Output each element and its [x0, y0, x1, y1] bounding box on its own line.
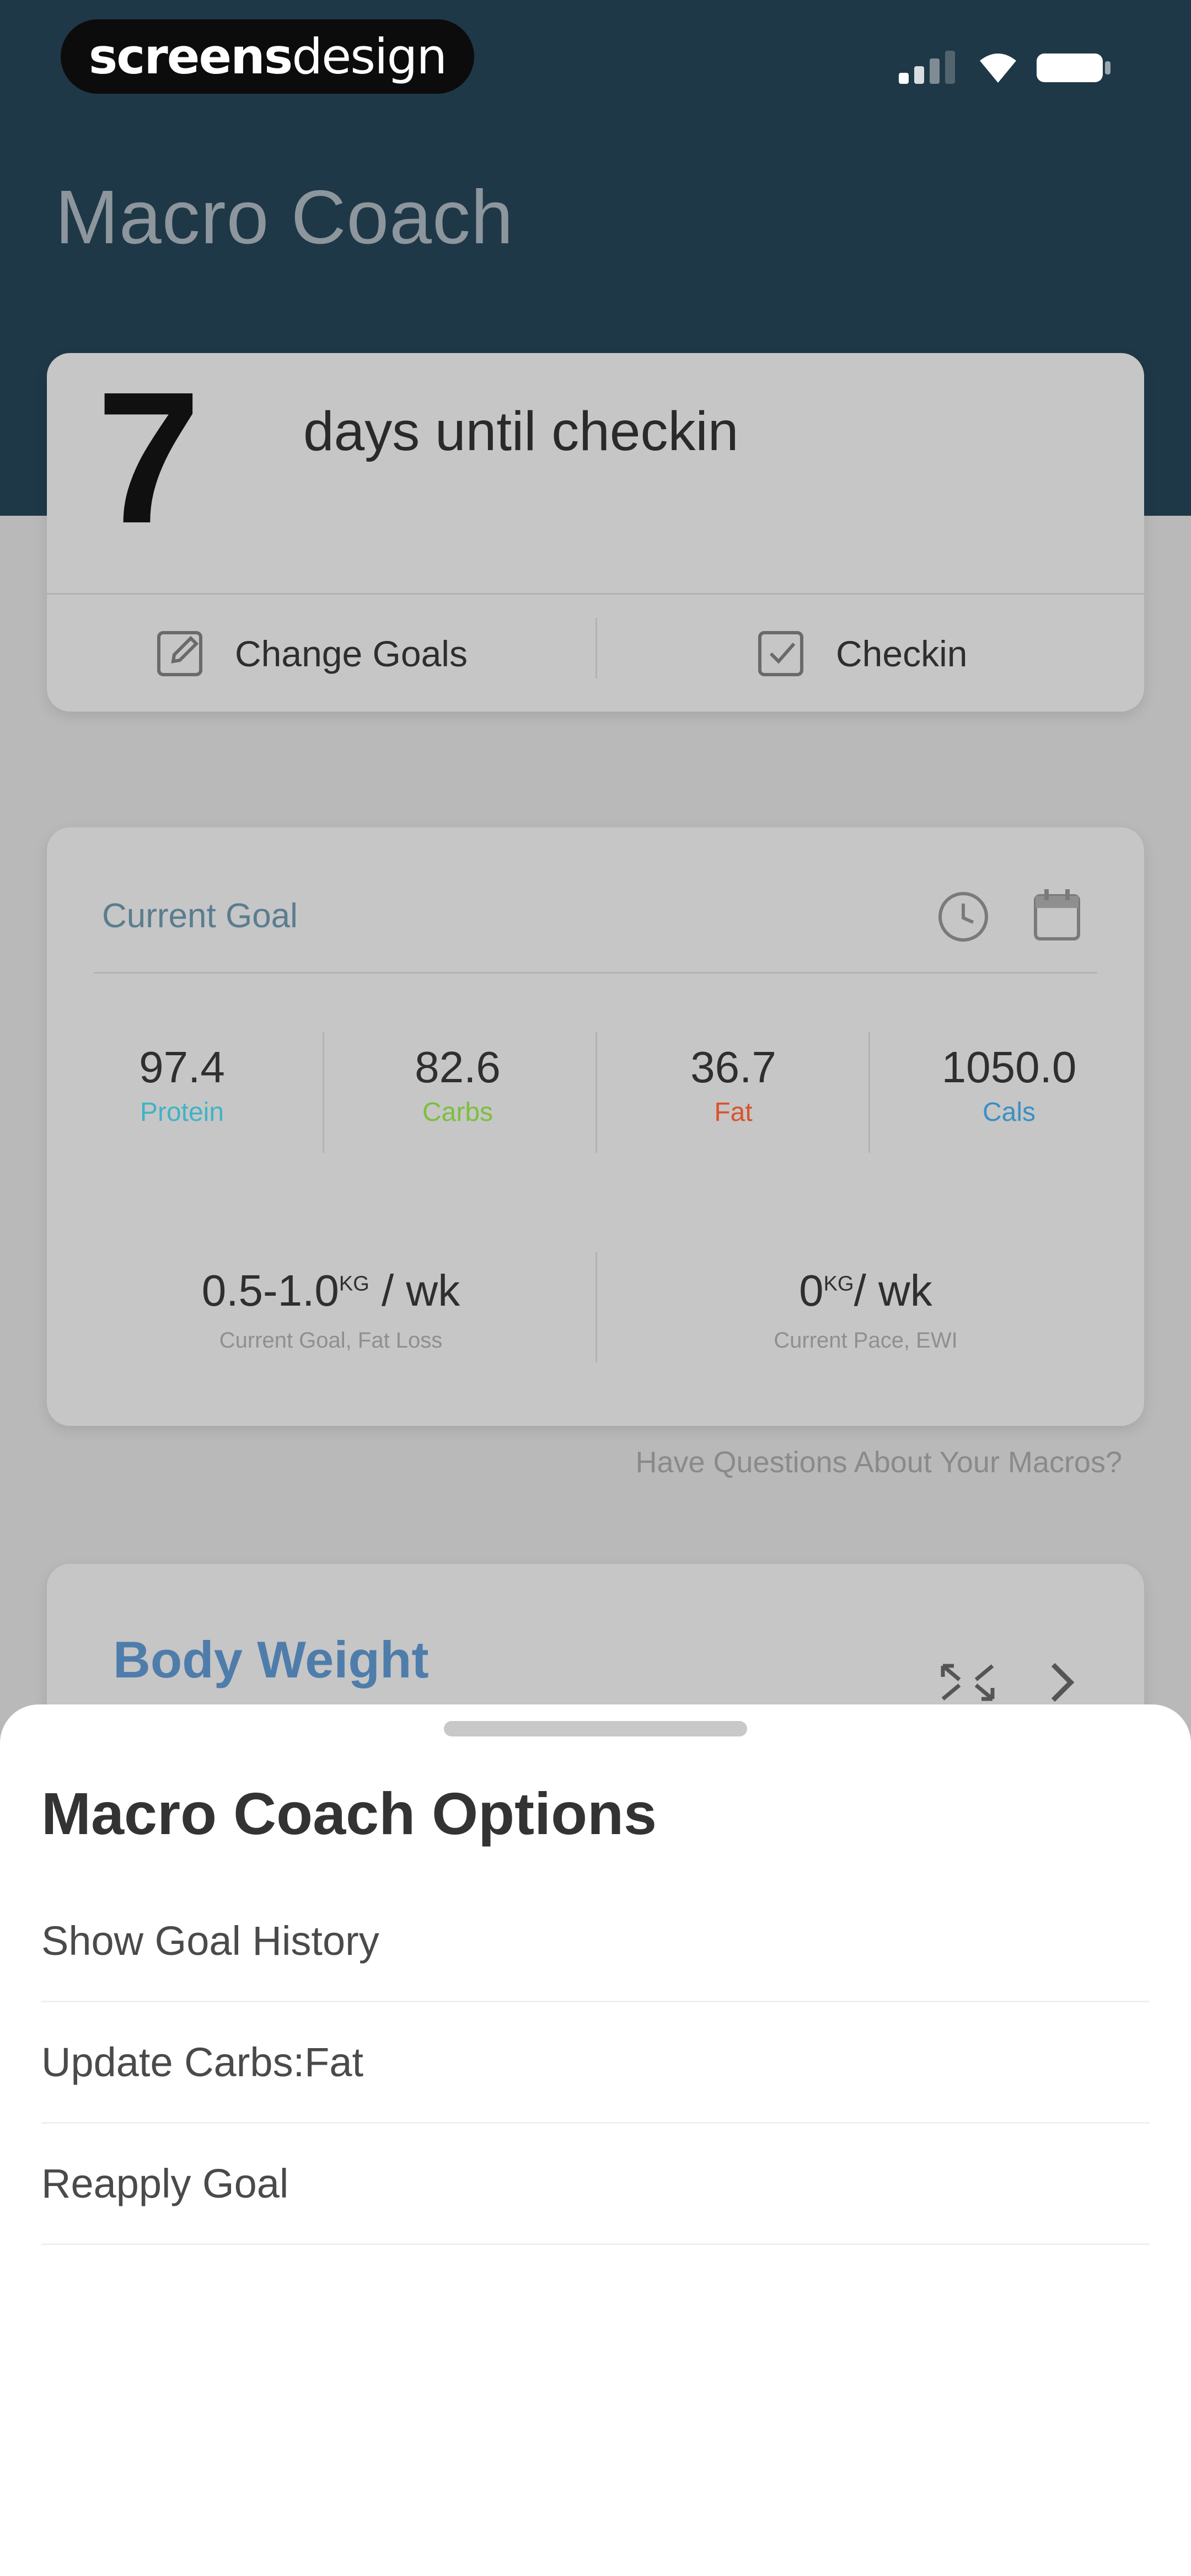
protein-label: Protein: [140, 1098, 224, 1127]
calories-value: 1050.0: [941, 1043, 1077, 1092]
body-weight-title: Body Weight: [113, 1631, 429, 1688]
battery-icon: [1037, 54, 1110, 82]
calendar-icon[interactable]: [1032, 887, 1082, 942]
carbs-value: 82.6: [415, 1043, 501, 1092]
carbs-label: Carbs: [422, 1098, 493, 1127]
reapply-goal-option[interactable]: Reapply Goal: [41, 2124, 1150, 2245]
days-until-checkin-count: 7: [96, 353, 201, 563]
page-title: Macro Coach: [55, 175, 514, 260]
protein-stat: 97.4 Protein: [55, 1045, 309, 1126]
history-icon[interactable]: [935, 888, 993, 946]
change-goals-button[interactable]: Change Goals: [154, 623, 468, 684]
macro-separator: [868, 1032, 870, 1153]
show-goal-history-option[interactable]: Show Goal History: [41, 1881, 1150, 2002]
status-bar: screensdesign: [0, 0, 1191, 116]
checkin-button-separator: [596, 618, 597, 678]
pace-separator: [596, 1252, 597, 1362]
current-pace-stat: 0KG/ wk Current Pace, EWI: [618, 1269, 1114, 1353]
cellular-signal-icon: [899, 51, 955, 84]
macro-questions-link[interactable]: Have Questions About Your Macros?: [635, 1445, 1122, 1479]
watermark-text: screensdesign: [88, 28, 447, 85]
fat-label: Fat: [714, 1098, 753, 1127]
days-until-checkin-label: days until checkin: [303, 400, 739, 462]
goal-pace-caption: Current Goal, Fat Loss: [219, 1328, 443, 1353]
calories-stat: 1050.0 Cals: [882, 1045, 1136, 1126]
fat-value: 36.7: [690, 1043, 776, 1092]
calories-label: Cals: [982, 1098, 1036, 1127]
current-goal-divider: [94, 972, 1097, 974]
chevron-right-icon[interactable]: [1042, 1660, 1081, 1704]
macro-separator: [596, 1032, 597, 1153]
checkin-divider: [47, 593, 1144, 595]
current-goal-label: Current Goal: [102, 897, 298, 935]
checkin-button[interactable]: Checkin: [755, 623, 967, 684]
sheet-grabber-handle[interactable]: [444, 1721, 747, 1736]
goal-pace-value: 0.5-1.0KG / wk: [201, 1266, 460, 1315]
current-pace-caption: Current Pace, EWI: [774, 1328, 958, 1353]
change-goals-label: Change Goals: [235, 633, 468, 674]
update-carbs-fat-option[interactable]: Update Carbs:Fat: [41, 2002, 1150, 2124]
current-pace-value: 0KG/ wk: [799, 1266, 932, 1315]
checkbox-icon: [758, 631, 803, 676]
sheet-title: Macro Coach Options: [41, 1780, 657, 1847]
goal-pace-stat: 0.5-1.0KG / wk Current Goal, Fat Loss: [83, 1269, 579, 1353]
expand-icon[interactable]: [937, 1660, 998, 1704]
macro-separator: [323, 1032, 324, 1153]
fat-stat: 36.7 Fat: [607, 1045, 860, 1126]
wifi-icon: [980, 54, 1016, 83]
screensdesign-watermark: screensdesign: [61, 19, 474, 94]
protein-value: 97.4: [139, 1043, 225, 1092]
checkin-label: Checkin: [836, 633, 968, 674]
edit-icon: [157, 631, 202, 676]
carbs-stat: 82.6 Carbs: [331, 1045, 584, 1126]
